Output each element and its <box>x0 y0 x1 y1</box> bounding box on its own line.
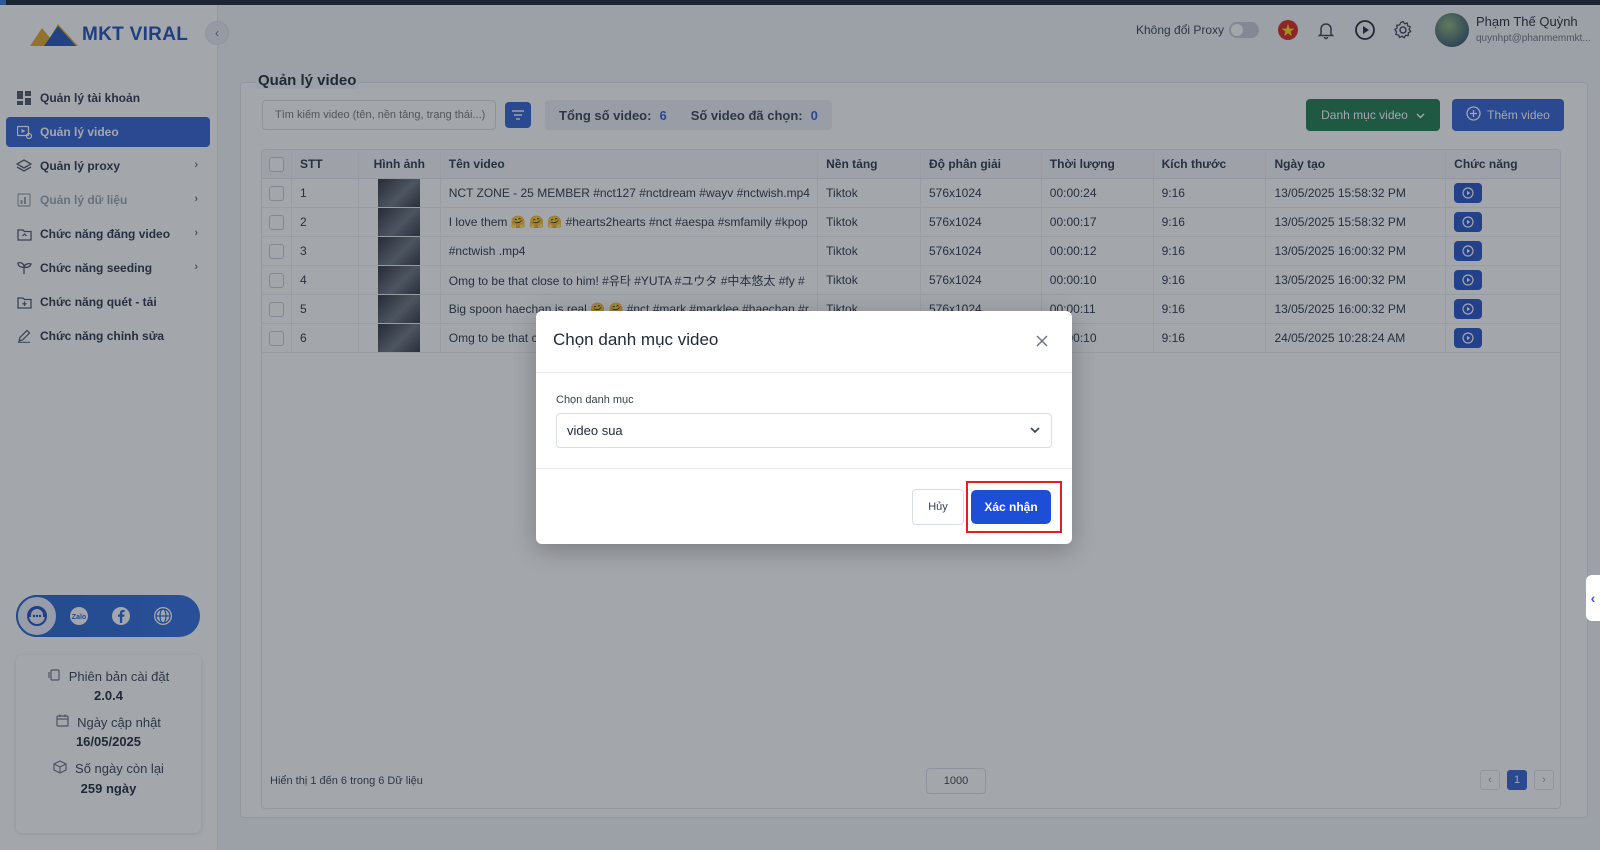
modal-close-button[interactable] <box>1032 331 1052 351</box>
category-select-value: video sua <box>567 423 623 438</box>
modal-divider <box>536 372 1072 373</box>
cancel-button[interactable]: Hủy <box>912 489 964 525</box>
chevron-left-icon: ‹ <box>1590 590 1596 606</box>
close-icon <box>1036 335 1048 347</box>
side-panel-tab[interactable]: ‹ <box>1586 575 1600 621</box>
confirm-button-highlight <box>966 481 1062 533</box>
category-select[interactable]: video sua <box>556 413 1052 448</box>
category-field-label: Chọn danh mục <box>556 394 634 406</box>
chevron-down-icon <box>1029 424 1041 439</box>
modal-title: Chọn danh mục video <box>553 330 719 349</box>
modal-divider <box>536 468 1072 469</box>
